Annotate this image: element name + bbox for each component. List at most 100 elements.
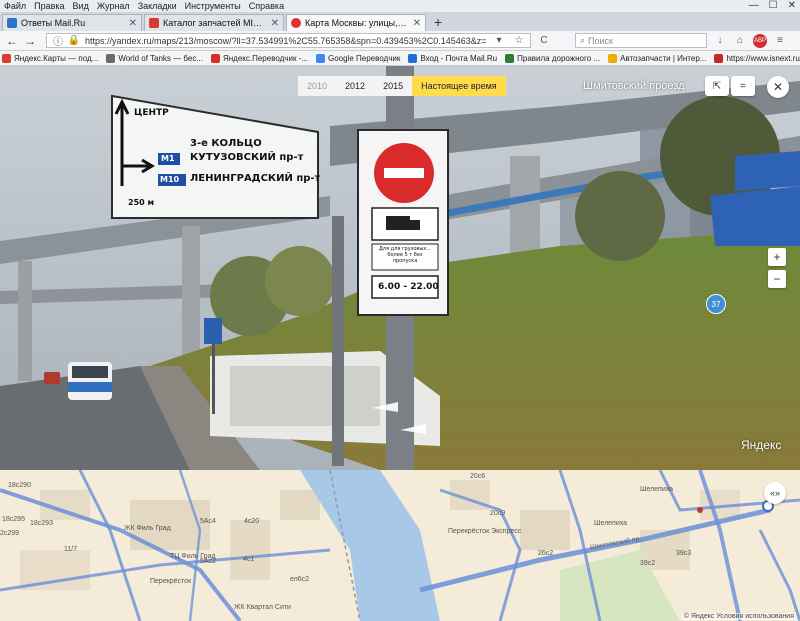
sign-route2-badge: М10 xyxy=(160,175,180,184)
bookmark-label: Яндекс.Карты — под... xyxy=(14,53,99,63)
navigation-bar: ← → ⓘ 🔒 https://yandex.ru/maps/213/mosco… xyxy=(0,31,800,51)
close-icon[interactable]: ✕ xyxy=(129,18,137,29)
new-tab-button[interactable]: + xyxy=(428,14,448,31)
close-icon[interactable]: ✕ xyxy=(413,18,421,29)
maximize-button[interactable]: ☐ xyxy=(769,0,778,11)
bookmark-label: Автозапчасти | Интер... xyxy=(620,53,707,63)
tab-label: Каталог запчастей MITSUBISHI xyxy=(163,18,267,28)
bookmark-star-icon[interactable]: ☆ xyxy=(512,34,526,48)
mitsubishi-favicon-icon xyxy=(149,18,159,28)
menu-history[interactable]: Журнал xyxy=(97,1,130,11)
map-label: ЖК Квартал Сити xyxy=(234,604,291,611)
panorama-image xyxy=(0,66,800,470)
bookmark-label: Правила дорожного ... xyxy=(517,53,601,63)
map-label: 11/7 xyxy=(64,546,78,553)
yandex-logo: Яндекс xyxy=(741,438,782,452)
street-panorama[interactable]: ЦЕНТР 3-е КОЛЬЦО М1 КУТУЗОВСКИЙ пр-т М10… xyxy=(0,66,800,470)
download-icon[interactable]: ↓ xyxy=(713,34,727,48)
hamburger-menu-icon[interactable]: ≡ xyxy=(773,34,787,48)
menu-bookmarks[interactable]: Закладки xyxy=(138,1,177,11)
mini-map[interactable]: 18c290 18c295 18c293 2c299 11/7 ЖК Филь … xyxy=(0,470,800,621)
bookmark-item[interactable]: Вход - Почта Mail.Ru xyxy=(408,53,498,63)
menu-file[interactable]: Файл xyxy=(4,1,26,11)
map-attribution[interactable]: © Яндекс Условия использования xyxy=(681,613,796,620)
year-current-button[interactable]: Настоящее время xyxy=(412,76,506,96)
url-bar[interactable]: ⓘ 🔒 https://yandex.ru/maps/213/moscow/?l… xyxy=(46,33,531,48)
menu-help[interactable]: Справка xyxy=(249,1,284,11)
year-2015-button[interactable]: 2015 xyxy=(374,76,412,96)
menu-view[interactable]: Вид xyxy=(73,1,89,11)
search-input[interactable]: ⌕ Поиск xyxy=(575,33,707,48)
bookmark-item[interactable]: World of Tanks — бес... xyxy=(106,53,203,63)
sign-route1-badge: М1 xyxy=(161,154,175,163)
map-label: 2c299 xyxy=(0,530,20,537)
year-selector: 2010 2012 2015 Настоящее время xyxy=(298,76,506,96)
search-placeholder: Поиск xyxy=(588,35,613,46)
minimize-button[interactable]: — xyxy=(749,0,759,11)
world-of-tanks-icon xyxy=(106,53,116,63)
menu-edit[interactable]: Правка xyxy=(34,1,64,11)
reload-icon[interactable]: C xyxy=(537,34,551,48)
map-label: 20c6 xyxy=(470,473,486,480)
sign-distance: 250 м xyxy=(128,198,155,207)
lock-icon: 🔒 xyxy=(67,35,81,46)
bookmark-item[interactable]: Google Переводчик xyxy=(316,53,401,63)
yandex-translate-icon xyxy=(210,53,220,63)
year-2012-button[interactable]: 2012 xyxy=(336,76,374,96)
map-expand-button[interactable]: «» xyxy=(764,482,786,504)
tab-label: Карта Москвы: улицы, дома... xyxy=(305,18,409,28)
sign-route2-name: ЛЕНИНГРАДСКИЙ пр-т xyxy=(190,173,321,184)
sign-hours: 6.00 - 22.00 xyxy=(378,282,439,292)
tab-strip: Ответы Mail.Ru ✕ Каталог запчастей MITSU… xyxy=(0,12,800,31)
map-tiles xyxy=(0,470,800,621)
back-button[interactable]: ← xyxy=(4,33,20,49)
close-window-button[interactable]: ✕ xyxy=(788,0,796,11)
bookmark-label: Google Переводчик xyxy=(328,53,401,63)
menu-tools[interactable]: Инструменты xyxy=(185,1,241,11)
year-2010-button[interactable]: 2010 xyxy=(298,76,336,96)
map-label: 5Ac4 xyxy=(200,518,216,525)
bookmark-label: Вход - Почта Mail.Ru xyxy=(420,53,498,63)
bookmark-item[interactable]: Яндекс.Карты — под... xyxy=(2,53,99,63)
panorama-title: Шмитовский проезд xyxy=(583,80,685,92)
bookmark-label: Яндекс.Переводчик -... xyxy=(222,53,308,63)
map-label: 4c20 xyxy=(244,518,260,525)
map-label: 26c2 xyxy=(538,550,554,557)
menu-bar: Файл Правка Вид Журнал Закладки Инструме… xyxy=(0,0,800,12)
route-marker[interactable]: 37 xyxy=(706,294,726,314)
zoom-in-button[interactable]: + xyxy=(768,248,786,266)
tab-mitsubishi-catalog[interactable]: Каталог запчастей MITSUBISHI ✕ xyxy=(144,14,284,31)
map-label: 18c290 xyxy=(8,482,31,489)
close-panorama-button[interactable]: ✕ xyxy=(767,76,789,98)
tab-label: Ответы Mail.Ru xyxy=(21,18,86,28)
traffic-rules-icon xyxy=(505,53,515,63)
menu-icon[interactable]: = xyxy=(731,76,755,96)
bookmark-item[interactable]: Автозапчасти | Интер... xyxy=(608,53,707,63)
tab-mail-answers[interactable]: Ответы Mail.Ru ✕ xyxy=(2,14,142,31)
tab-yandex-maps[interactable]: Карта Москвы: улицы, дома... ✕ xyxy=(286,14,426,31)
sign-plate-text: Для для грузовых... более 5 т без пропус… xyxy=(378,246,432,264)
mail-favicon-icon xyxy=(7,18,17,28)
search-icon: ⌕ xyxy=(580,35,586,45)
google-translate-icon xyxy=(316,53,325,63)
bookmarks-bar: Яндекс.Карты — под... World of Tanks — б… xyxy=(0,51,800,66)
close-icon[interactable]: ✕ xyxy=(271,18,279,29)
map-label: 18c293 xyxy=(30,520,53,527)
map-label: Шелепиха xyxy=(594,520,628,527)
adblock-icon[interactable]: ABP xyxy=(753,33,767,48)
mail-icon xyxy=(408,53,418,63)
bookmark-item[interactable]: Яндекс.Переводчик -... xyxy=(210,53,308,63)
bookmark-item[interactable]: https://www.isnext.ru/ xyxy=(714,53,800,63)
forward-button[interactable]: → xyxy=(22,33,38,49)
map-pin-favicon-icon xyxy=(291,18,301,28)
info-icon[interactable]: ⓘ xyxy=(51,34,65,48)
url-text: https://yandex.ru/maps/213/moscow/?ll=37… xyxy=(85,35,486,46)
zoom-out-button[interactable]: − xyxy=(768,270,786,288)
home-icon[interactable]: ⌂ xyxy=(733,34,747,48)
dropdown-icon[interactable]: ▾ xyxy=(492,34,506,48)
bookmark-label: World of Tanks — бес... xyxy=(118,53,203,63)
bookmark-item[interactable]: Правила дорожного ... xyxy=(505,53,601,63)
map-label: 5Ac2 xyxy=(200,558,216,565)
bookmark-label: https://www.isnext.ru/ xyxy=(726,53,800,63)
share-icon[interactable]: ⇱ xyxy=(705,76,729,96)
